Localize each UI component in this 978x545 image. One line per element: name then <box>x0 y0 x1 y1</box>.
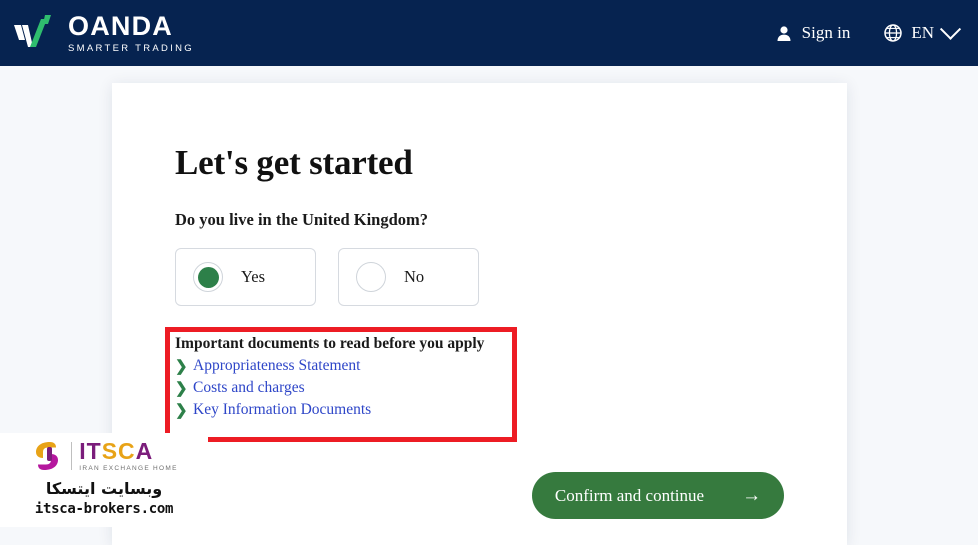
oanda-logo[interactable]: OANDA SMARTER TRADING <box>8 10 194 54</box>
option-yes-label: Yes <box>241 267 266 286</box>
header-actions: Sign in EN <box>775 18 962 43</box>
itsca-logo-icon <box>30 439 64 473</box>
globe-icon <box>884 24 903 42</box>
radio-yes[interactable] <box>193 262 223 292</box>
language-selector[interactable]: EN <box>884 18 962 43</box>
documents-heading: Important documents to read before you a… <box>175 335 485 352</box>
option-yes[interactable]: Yes <box>175 248 316 306</box>
document-link-costs-and-charges[interactable]: ❯ Costs and charges <box>175 379 484 397</box>
language-label: EN <box>911 23 934 42</box>
document-link-label: Key Information Documents <box>193 401 372 418</box>
brand-name: OANDA <box>68 10 173 41</box>
watermark-persian-text: وبسایت ایتسکا <box>45 479 163 498</box>
document-link-key-information-documents[interactable]: ❯ Key Information Documents <box>175 401 484 419</box>
arrow-right-icon: → <box>742 485 762 506</box>
residency-options: Yes No <box>175 248 479 306</box>
watermark-brand-name: ITSCA <box>79 437 154 464</box>
document-link-appropriateness-statement[interactable]: ❯ Appropriateness Statement <box>175 357 484 375</box>
person-icon <box>775 24 793 42</box>
chevron-right-icon: ❯ <box>175 401 188 419</box>
oanda-checkmark-icon <box>12 13 58 53</box>
watermark-divider <box>71 442 73 470</box>
document-link-label: Costs and charges <box>193 379 305 396</box>
onboarding-card: Let's get started Do you live in the Uni… <box>112 83 847 545</box>
brand-tagline: SMARTER TRADING <box>68 42 194 54</box>
chevron-down-icon[interactable] <box>939 18 962 40</box>
radio-no[interactable] <box>356 262 386 292</box>
page-title: Let's get started <box>175 143 413 182</box>
chevron-right-icon: ❯ <box>175 357 188 375</box>
sign-in-button[interactable]: Sign in <box>775 23 851 43</box>
watermark-url: itsca-brokers.com <box>34 501 174 517</box>
oanda-wordmark: OANDA SMARTER TRADING <box>68 10 194 54</box>
residency-question: Do you live in the United Kingdom? <box>175 210 429 229</box>
watermark-subtitle: IRAN EXCHANGE HOME <box>79 464 178 472</box>
option-no[interactable]: No <box>338 248 479 306</box>
chevron-right-icon: ❯ <box>175 379 188 397</box>
option-no-label: No <box>404 267 425 286</box>
document-link-label: Appropriateness Statement <box>193 357 361 374</box>
confirm-button-label: Confirm and continue <box>554 485 705 505</box>
itsca-watermark: ITSCA IRAN EXCHANGE HOME وبسایت ایتسکا i… <box>0 433 208 527</box>
site-header: OANDA SMARTER TRADING Sign in EN <box>0 0 978 66</box>
sign-in-label: Sign in <box>801 23 851 42</box>
important-documents: Important documents to read before you a… <box>175 335 484 419</box>
confirm-and-continue-button[interactable]: Confirm and continue → <box>532 472 784 519</box>
